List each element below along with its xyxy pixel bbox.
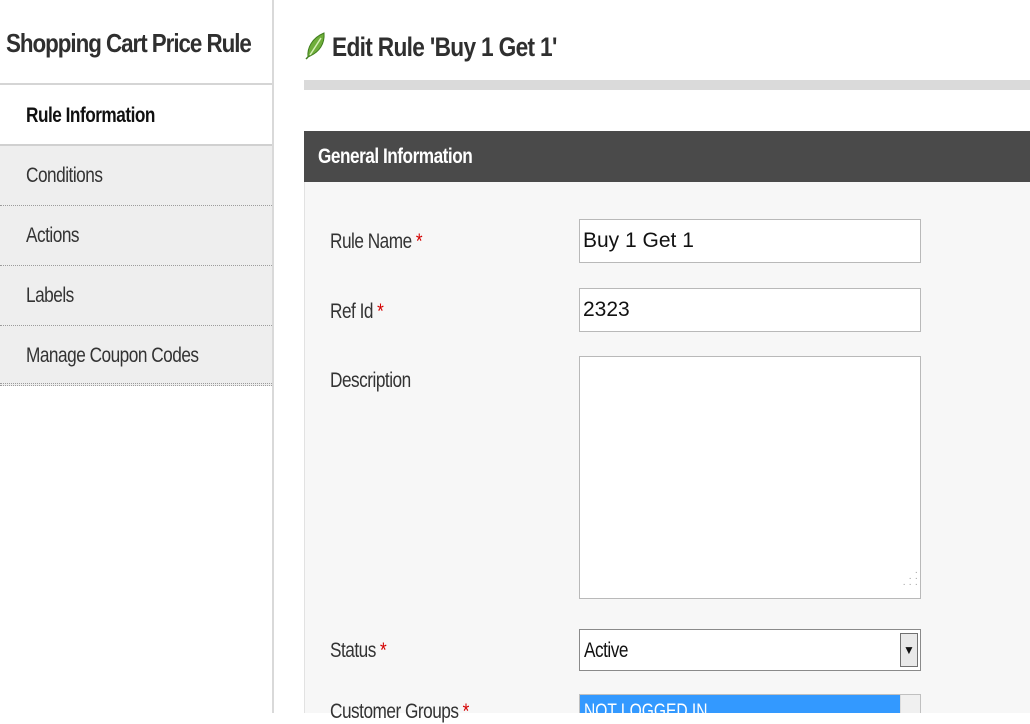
- description-label-text: Description: [330, 369, 411, 392]
- status-select[interactable]: Active ▼: [579, 629, 921, 671]
- page-title: Edit Rule 'Buy 1 Get 1': [332, 32, 557, 62]
- sidebar-divider: [272, 0, 274, 713]
- rule-name-input[interactable]: [579, 219, 921, 263]
- required-mark: *: [415, 230, 423, 253]
- customer-group-option-selected[interactable]: NOT LOGGED IN: [580, 695, 902, 713]
- status-select-value: Active: [584, 639, 628, 662]
- section-title: General Information: [318, 145, 473, 168]
- tab-rule-information[interactable]: Rule Information: [0, 86, 272, 146]
- sidebar-bottom-rule: [0, 380, 272, 384]
- ref-id-label: Ref Id *: [330, 300, 384, 324]
- scrollbar[interactable]: [900, 695, 920, 713]
- tab-conditions-label: Conditions: [26, 164, 103, 187]
- ref-id-label-text: Ref Id: [330, 300, 373, 323]
- tab-manage-coupon-codes[interactable]: Manage Coupon Codes: [0, 326, 272, 386]
- tab-manage-coupon-codes-label: Manage Coupon Codes: [26, 344, 199, 367]
- required-mark: *: [462, 700, 470, 723]
- required-mark: *: [379, 639, 387, 662]
- customer-groups-label-text: Customer Groups: [330, 700, 459, 723]
- tab-actions-label: Actions: [26, 224, 80, 247]
- sidebar-title: Shopping Cart Price Rule: [0, 0, 272, 85]
- description-textarea[interactable]: [579, 356, 921, 599]
- tab-rule-information-label: Rule Information: [26, 104, 155, 127]
- required-mark: *: [377, 300, 384, 323]
- description-label: Description: [330, 369, 411, 393]
- tab-actions[interactable]: Actions: [0, 206, 272, 266]
- rule-name-label: Rule Name *: [330, 230, 422, 254]
- ref-id-input[interactable]: [579, 288, 921, 332]
- customer-group-option-label: NOT LOGGED IN: [584, 701, 708, 713]
- rule-name-label-text: Rule Name: [330, 230, 412, 253]
- sidebar-title-text: Shopping Cart Price Rule: [6, 28, 252, 58]
- status-label: Status *: [330, 639, 387, 663]
- tab-labels-label: Labels: [26, 284, 74, 307]
- page-header: Edit Rule 'Buy 1 Get 1': [304, 24, 1030, 74]
- header-rule: [304, 80, 1030, 90]
- tab-labels[interactable]: Labels: [0, 266, 272, 326]
- chevron-down-icon[interactable]: ▼: [900, 633, 918, 667]
- section-header-general-information: General Information: [304, 131, 1030, 182]
- status-label-text: Status: [330, 639, 376, 662]
- customer-groups-label: Customer Groups *: [330, 700, 469, 724]
- edit-leaf-icon: [305, 32, 325, 60]
- tab-conditions[interactable]: Conditions: [0, 146, 272, 206]
- resize-grip-icon[interactable]: · · · · · ·: [902, 568, 918, 594]
- customer-groups-multiselect[interactable]: NOT LOGGED IN: [579, 694, 921, 713]
